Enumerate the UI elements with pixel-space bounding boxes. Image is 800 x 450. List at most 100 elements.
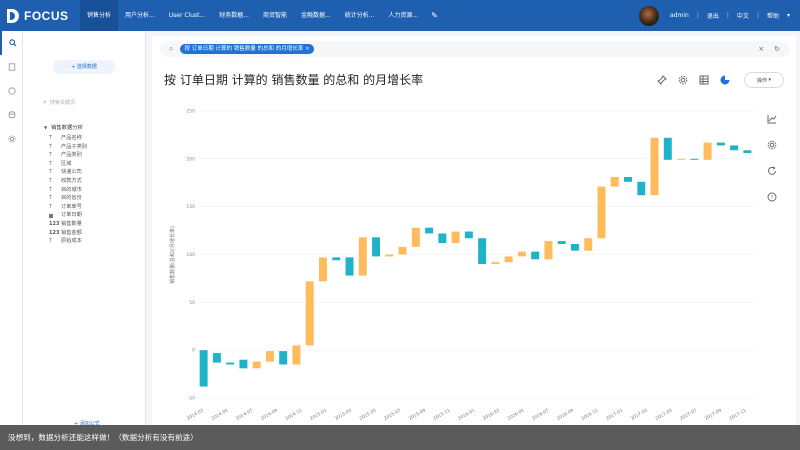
waterfall-bar[interactable]: [398, 246, 407, 255]
field-item[interactable]: 订单日期: [44, 211, 142, 220]
operate-button[interactable]: 操作 ▾: [744, 72, 784, 88]
database-icon[interactable]: [0, 103, 23, 127]
waterfall-bar[interactable]: [624, 177, 632, 182]
waterfall-bar[interactable]: [438, 233, 447, 244]
waterfall-bar[interactable]: [212, 353, 221, 363]
nav-item[interactable]: 人力资源...: [381, 0, 425, 31]
help-icon[interactable]: ?: [762, 184, 782, 210]
nav-item[interactable]: 财务数据...: [212, 0, 256, 31]
text-type-icon: T: [49, 195, 53, 202]
pin-icon[interactable]: [652, 73, 672, 87]
waterfall-bar[interactable]: [478, 238, 487, 265]
trend-line-icon[interactable]: [762, 106, 782, 132]
waterfall-bar[interactable]: [265, 351, 274, 362]
field-search[interactable]: ⌕ 搜索关键词: [43, 97, 133, 107]
field-item[interactable]: T 产品类别: [44, 151, 142, 160]
waterfall-bar[interactable]: [743, 150, 752, 154]
waterfall-bar[interactable]: [305, 281, 314, 346]
app-logo[interactable]: FOCUS: [0, 8, 80, 23]
logout-link[interactable]: 退出: [707, 11, 719, 20]
waterfall-bar[interactable]: [279, 351, 288, 365]
waterfall-bar[interactable]: [226, 362, 235, 365]
chevron-down-icon[interactable]: ▾: [787, 12, 790, 19]
field-name: 目的城市: [61, 186, 82, 193]
waterfall-bar[interactable]: [332, 257, 341, 261]
query-bar[interactable]: ⌕ 按 订单日期 计算的 销售数量 的总和 的月增长率 × × ↻: [160, 41, 790, 57]
username[interactable]: admin: [670, 12, 689, 19]
help-link[interactable]: 帮助: [767, 11, 779, 20]
nav-item[interactable]: 商贸智能: [256, 0, 294, 31]
waterfall-bar[interactable]: [637, 181, 646, 196]
table-icon[interactable]: [694, 73, 714, 87]
bookmark-icon[interactable]: [0, 55, 23, 79]
waterfall-bar[interactable]: [570, 243, 579, 251]
waterfall-bar[interactable]: [199, 350, 208, 387]
waterfall-bar[interactable]: [292, 345, 301, 365]
waterfall-bar[interactable]: [544, 241, 553, 260]
waterfall-bar[interactable]: [252, 361, 261, 369]
nav-item[interactable]: User Clust...: [162, 0, 212, 31]
waterfall-bar[interactable]: [677, 158, 686, 160]
field-item[interactable]: T 快递公司: [44, 168, 142, 177]
waterfall-bar[interactable]: [690, 158, 699, 160]
waterfall-bar[interactable]: [584, 238, 593, 251]
waterfall-bar[interactable]: [372, 237, 381, 257]
field-item[interactable]: 123 销售数量: [44, 220, 142, 229]
waterfall-bar[interactable]: [319, 257, 327, 282]
waterfall-bar[interactable]: [464, 231, 473, 239]
gear-icon[interactable]: [762, 132, 782, 158]
gear-icon[interactable]: [0, 127, 23, 151]
nav-item[interactable]: 统计分析...: [338, 0, 382, 31]
nav-item[interactable]: 用户分析...: [118, 0, 162, 31]
waterfall-bar[interactable]: [703, 142, 712, 160]
waterfall-bar[interactable]: [411, 227, 420, 247]
gear-icon[interactable]: [673, 73, 693, 87]
waterfall-bar[interactable]: [451, 231, 460, 244]
field-item[interactable]: T 订单单号: [44, 203, 142, 212]
question-icon[interactable]: [0, 79, 23, 103]
waterfall-bar[interactable]: [345, 257, 354, 276]
field-item[interactable]: T 目的省份: [44, 194, 142, 203]
divider: |: [756, 12, 759, 19]
number-type-icon: 123: [49, 229, 60, 236]
query-chip[interactable]: 按 订单日期 计算的 销售数量 的总和 的月增长率 ×: [180, 44, 314, 54]
waterfall-bar[interactable]: [517, 251, 526, 257]
waterfall-bar[interactable]: [504, 256, 513, 263]
clear-icon[interactable]: ×: [758, 45, 764, 53]
waterfall-bar[interactable]: [716, 142, 725, 146]
field-item[interactable]: T 目的城市: [44, 186, 142, 195]
avatar[interactable]: [639, 5, 660, 26]
refresh-icon[interactable]: ↻: [774, 45, 780, 53]
divider: |: [696, 12, 699, 19]
select-data-button[interactable]: + 选择数据: [53, 60, 115, 74]
waterfall-bar[interactable]: [531, 251, 540, 260]
field-tree: ▼ 销售数据分析 T 产品名称 T 产品子类别 T 产品类别 T 区域 T 快递公司 T 收款方式 T 目的…: [44, 122, 142, 246]
y-tick-label: 150: [186, 204, 195, 210]
edit-icon[interactable]: ✎: [431, 11, 438, 20]
waterfall-bar[interactable]: [730, 145, 739, 151]
waterfall-bar[interactable]: [239, 359, 248, 369]
waterfall-bar[interactable]: [358, 237, 367, 276]
waterfall-bar[interactable]: [610, 177, 619, 187]
field-item[interactable]: T 原始成本: [44, 237, 142, 246]
field-item[interactable]: 123 销售金额: [44, 229, 142, 238]
field-item[interactable]: T 产品子类别: [44, 143, 142, 152]
refresh-icon[interactable]: [762, 158, 782, 184]
waterfall-bar[interactable]: [650, 137, 659, 196]
tree-root[interactable]: ▼ 销售数据分析: [44, 122, 142, 134]
field-item[interactable]: T 区域: [44, 160, 142, 169]
chart-type-icon[interactable]: [715, 73, 735, 87]
language-link[interactable]: 中文: [737, 11, 749, 20]
waterfall-bar[interactable]: [425, 227, 434, 234]
waterfall-bar[interactable]: [597, 186, 606, 239]
x-tick-label: 2015-05: [358, 407, 377, 421]
waterfall-bar[interactable]: [557, 241, 566, 244]
field-item[interactable]: T 收款方式: [44, 177, 142, 186]
waterfall-bar[interactable]: [385, 254, 394, 257]
field-item[interactable]: T 产品名称: [44, 134, 142, 143]
nav-item[interactable]: 销售分析: [80, 0, 119, 31]
waterfall-bar[interactable]: [663, 137, 672, 160]
waterfall-bar[interactable]: [491, 262, 500, 265]
search-icon[interactable]: [0, 31, 23, 55]
nav-item[interactable]: 金融数据...: [294, 0, 338, 31]
